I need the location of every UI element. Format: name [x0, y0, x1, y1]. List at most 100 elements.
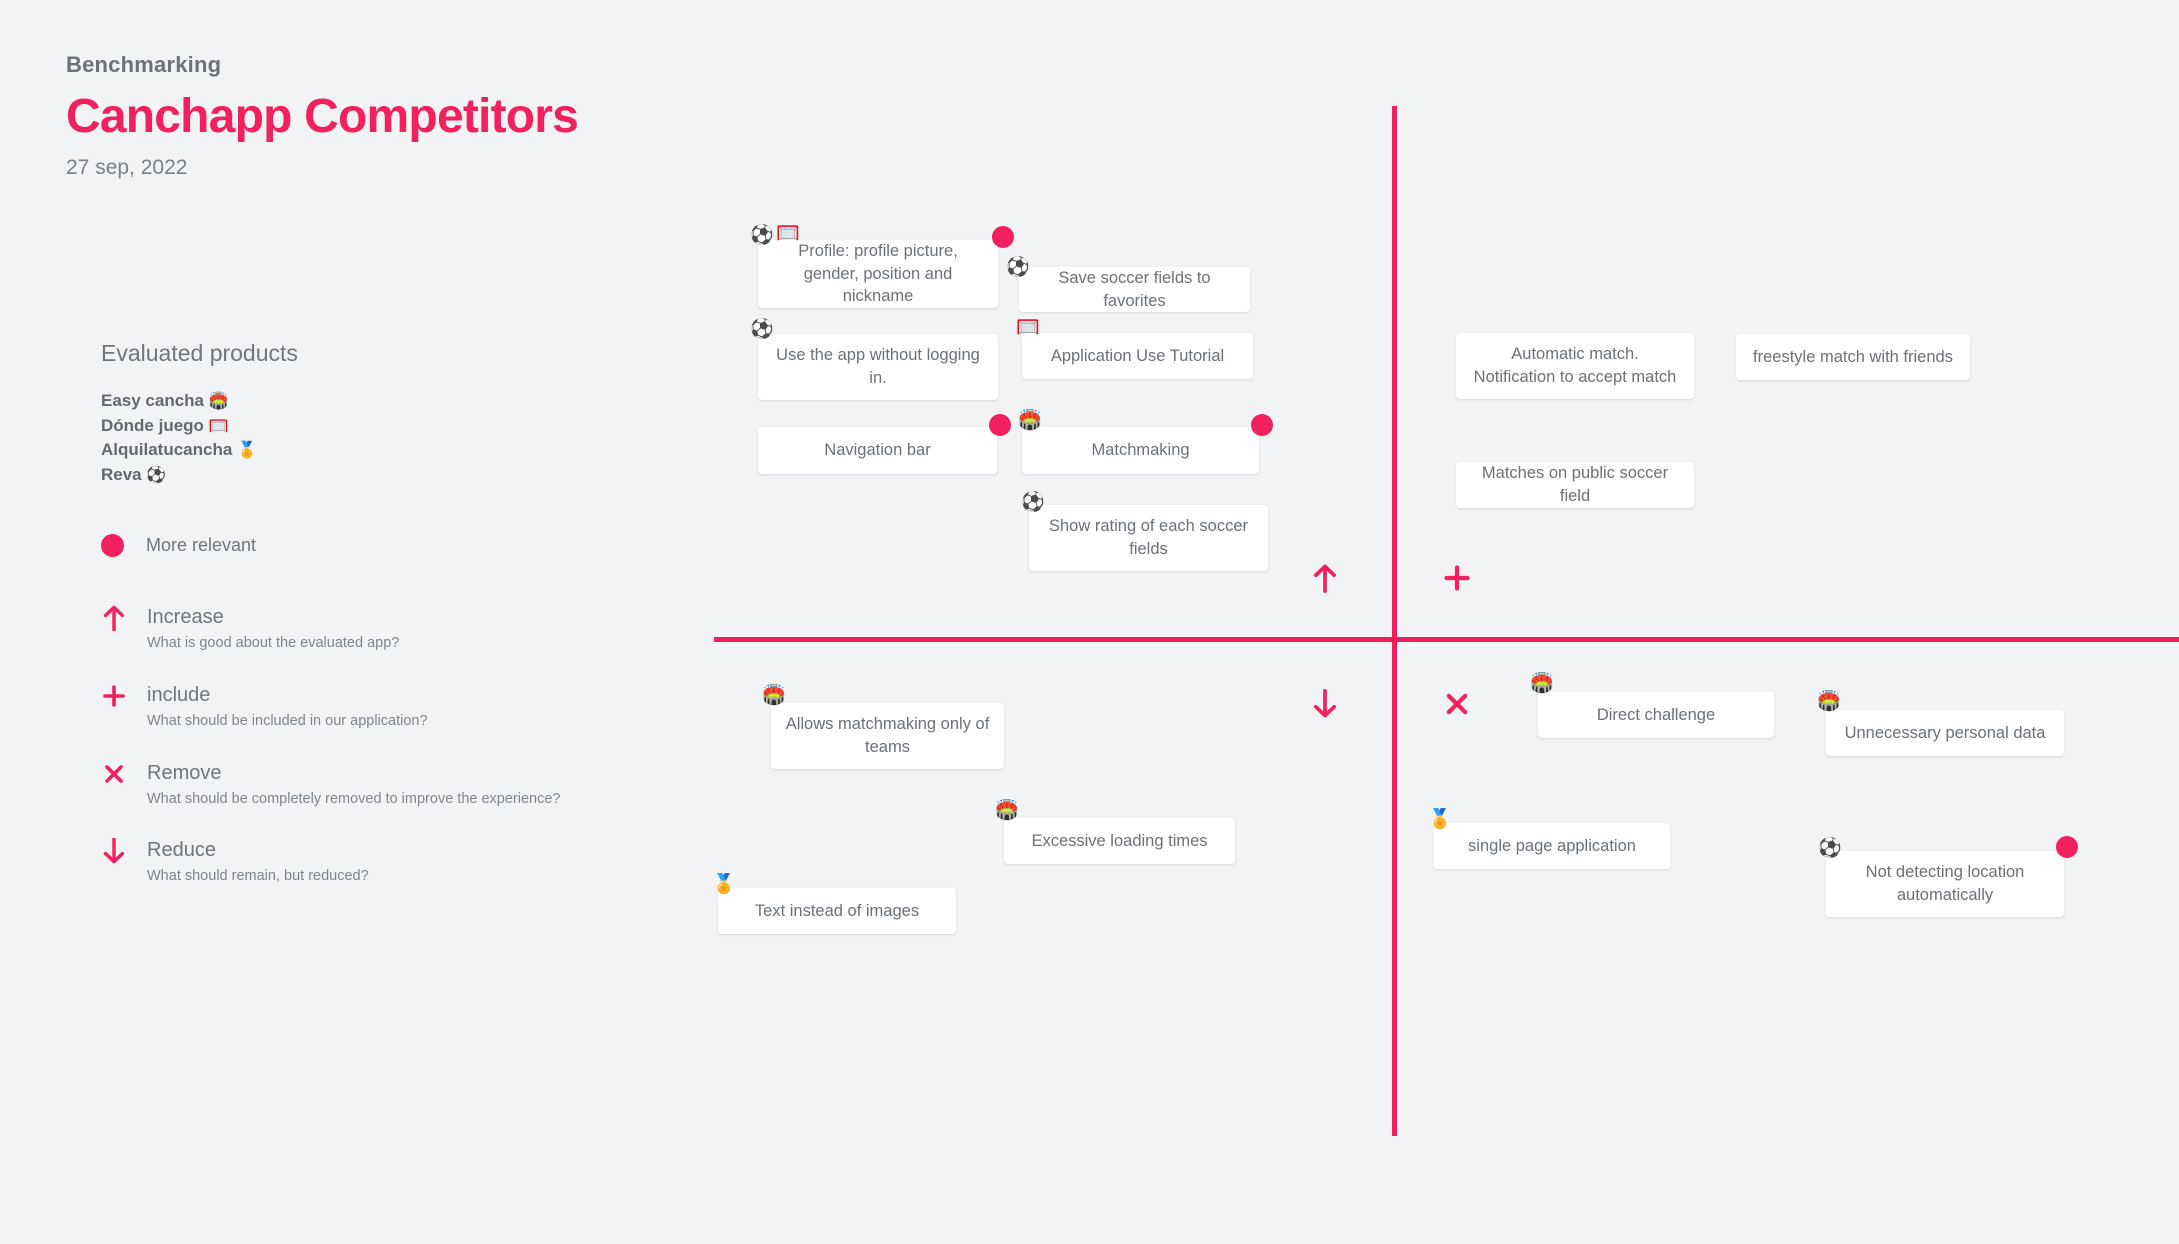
quadrant-vertical-axis — [1392, 106, 1397, 1136]
sticky-card[interactable]: 🏅 Text instead of images — [712, 875, 956, 934]
board-date: 27 sep, 2022 — [66, 156, 188, 180]
sticky-card[interactable]: 🏟️ Unnecessary personal data — [1817, 692, 2064, 756]
legend-more-relevant-label: More relevant — [146, 534, 257, 555]
legend-item-subtitle: What should be completely removed to imp… — [147, 790, 561, 807]
medal-icon: 🏅 — [1428, 809, 1452, 830]
card-text: Allows matchmaking only of teams — [785, 715, 990, 756]
soccer-ball-icon: ⚽ — [1021, 492, 1045, 513]
sticky-card[interactable]: 🏟️ Excessive loading times — [995, 801, 1235, 864]
sticky-card[interactable]: ⚽ Not detecting location automatically — [1818, 836, 2078, 917]
card-text: Direct challenge — [1596, 705, 1716, 724]
stadium-icon: 🏟️ — [1817, 691, 1841, 712]
card-text: Application Use Tutorial — [1050, 346, 1225, 365]
legend-item-subtitle: What should remain, but reduced? — [147, 868, 369, 885]
product-name: Alquilatucancha — [101, 440, 233, 460]
evaluated-products-list: Easy cancha 🏟️ Dónde juego 🥅 Alquilatuca… — [101, 389, 701, 488]
card-text: freestyle match with friends — [1753, 347, 1953, 366]
legend-item-remove: Remove What should be completely removed… — [101, 761, 701, 809]
stadium-icon: 🏟️ — [995, 800, 1019, 821]
plus-icon — [101, 681, 127, 711]
legend-item-text: Increase What is good about the evaluate… — [147, 605, 399, 653]
list-item: Dónde juego 🥅 — [101, 414, 701, 439]
quadrant-horizontal-axis — [714, 637, 2179, 642]
legend-item-title: Increase — [147, 605, 224, 628]
legend-item-title: include — [147, 683, 211, 706]
quadrant-marker-remove — [1437, 684, 1477, 724]
legend-item-title: Reduce — [147, 839, 216, 862]
sticky-card[interactable]: ⚽ Show rating of each soccer fields — [1021, 493, 1268, 571]
quadrant-marker-include — [1437, 558, 1477, 598]
card-text: Not detecting location automatically — [1865, 863, 2025, 904]
legend-item-text: include What should be included in our a… — [147, 683, 428, 731]
card-text: Navigation bar — [824, 441, 931, 460]
goal-net-icon: 🥅 — [208, 417, 229, 435]
page-title: Canchapp Competitors — [66, 90, 579, 143]
list-item: Easy cancha 🏟️ — [101, 389, 701, 414]
relevant-dot-icon — [992, 226, 1014, 248]
legend-item-subtitle: What is good about the evaluated app? — [147, 634, 400, 651]
soccer-ball-icon: ⚽ — [750, 319, 774, 340]
card-text: Unnecessary personal data — [1844, 723, 2046, 742]
quadrant-marker-increase — [1305, 558, 1345, 598]
board-header: Benchmarking Canchapp Competitors 27 sep… — [66, 52, 579, 180]
sticky-card[interactable]: ⚽ Use the app without logging in. — [750, 320, 998, 400]
cross-icon — [101, 759, 127, 789]
soccer-ball-icon: ⚽ — [146, 467, 167, 485]
legend-item-subtitle: What should be included in our applicati… — [147, 712, 428, 729]
legend-more-relevant: More relevant — [101, 533, 701, 557]
card-text: Matches on public soccer field — [1481, 464, 1669, 505]
goal-net-icon: 🥅 — [1016, 317, 1040, 338]
sticky-card[interactable]: 🏟️ Direct challenge — [1530, 674, 1774, 738]
medal-icon: 🏅 — [237, 442, 257, 460]
stadium-icon: 🏟️ — [208, 393, 229, 410]
soccer-ball-icon: ⚽ — [1006, 257, 1030, 278]
card-text: Save soccer fields to favorites — [1058, 268, 1211, 310]
sticky-card[interactable]: ⚽ 🥅 Profile: profile picture, gender, po… — [750, 224, 1014, 308]
sticky-card[interactable]: Navigation bar — [758, 414, 1011, 474]
sticky-card[interactable]: 🏟️ Allows matchmaking only of teams — [762, 686, 1004, 769]
legend-item-text: Remove What should be completely removed… — [147, 761, 560, 809]
card-text: Text instead of images — [754, 901, 920, 920]
relevant-dot-icon — [2056, 836, 2078, 858]
product-name: Reva — [101, 465, 142, 485]
legend-item-reduce: Reduce What should remain, but reduced? — [101, 838, 701, 886]
card-text: Profile: profile picture, gender, positi… — [798, 241, 958, 306]
card-text: Show rating of each soccer fields — [1048, 517, 1249, 558]
legend-item-text: Reduce What should remain, but reduced? — [147, 838, 369, 886]
soccer-ball-icon: ⚽ — [1818, 838, 1842, 859]
product-name: Easy cancha — [101, 391, 205, 410]
stadium-icon: 🏟️ — [1018, 410, 1042, 431]
card-text: Use the app without logging in. — [776, 346, 980, 387]
list-item: Alquilatucancha 🏅 — [101, 438, 701, 463]
arrow-down-icon — [101, 836, 127, 866]
quadrant-marker-reduce — [1305, 684, 1345, 724]
card-text: single page application — [1468, 836, 1636, 855]
legend-heading: Evaluated products — [101, 340, 298, 366]
sticky-card[interactable]: 🏟️ Matchmaking — [1018, 411, 1273, 474]
sticky-card[interactable]: 🥅 Application Use Tutorial — [1016, 318, 1253, 379]
sticky-card[interactable]: freestyle match with friends — [1736, 334, 1970, 380]
product-name: Dónde juego — [101, 415, 204, 435]
legend-item-include: include What should be included in our a… — [101, 683, 701, 731]
relevant-dot-icon — [101, 533, 124, 557]
relevant-dot-icon — [989, 414, 1011, 436]
arrow-up-icon — [101, 603, 127, 633]
stadium-icon: 🏟️ — [762, 685, 786, 706]
card-text: Excessive loading times — [1031, 831, 1208, 850]
list-item: Reva ⚽ — [101, 463, 701, 488]
card-text: Matchmaking — [1091, 441, 1190, 460]
benchmarking-board: Benchmarking Canchapp Competitors 27 sep… — [0, 0, 2179, 1244]
board-eyebrow: Benchmarking — [66, 52, 222, 77]
relevant-dot-icon — [1251, 414, 1273, 436]
soccer-ball-icon: ⚽ — [750, 225, 774, 246]
medal-icon: 🏅 — [712, 874, 736, 895]
sticky-card[interactable]: Matches on public soccer field — [1456, 462, 1694, 508]
sticky-card[interactable]: Automatic match. Notification to accept … — [1456, 333, 1694, 399]
legend-item-title: Remove — [147, 761, 222, 784]
card-text: Automatic match. Notification to accept … — [1473, 345, 1677, 386]
legend-panel: Evaluated products Easy cancha 🏟️ Dónde … — [101, 340, 701, 916]
sticky-card[interactable]: ⚽ Save soccer fields to favorites — [1006, 258, 1250, 312]
legend-item-increase: Increase What is good about the evaluate… — [101, 605, 701, 653]
stadium-icon: 🏟️ — [1530, 673, 1554, 694]
sticky-card[interactable]: 🏅 single page application — [1428, 810, 1670, 869]
